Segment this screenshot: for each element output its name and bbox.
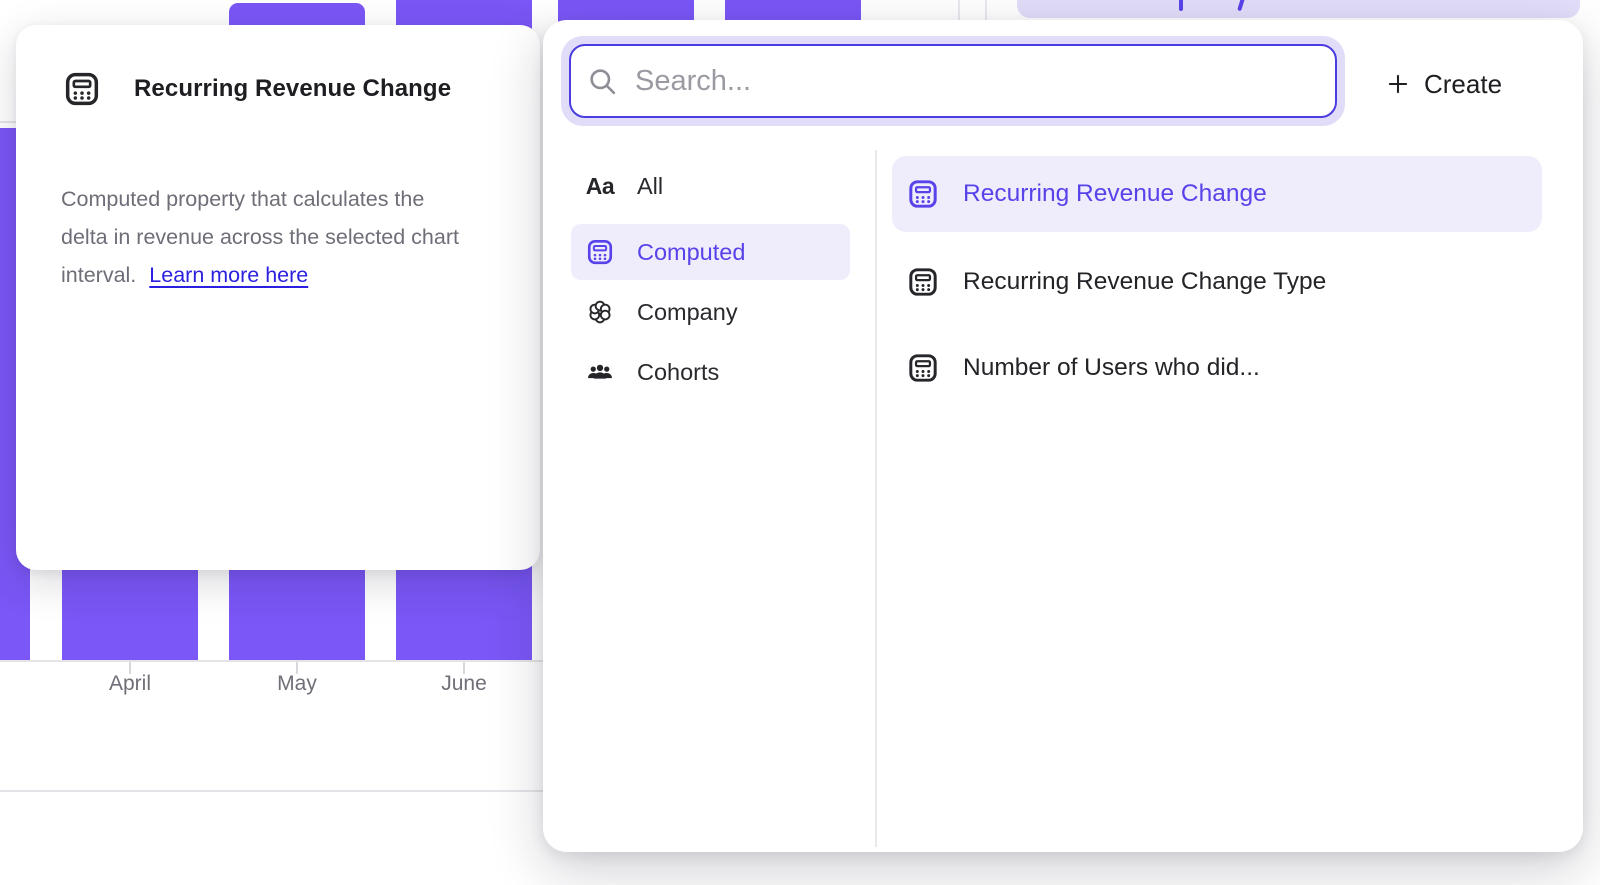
clipped-text-fragment xyxy=(1237,0,1245,11)
background-gridline xyxy=(985,0,987,20)
property-picker-modal: Create Aa All Computed Company Cohorts xyxy=(543,20,1583,852)
tooltip-card-description: Computed property that calculates the de… xyxy=(61,180,511,294)
x-axis-label: May xyxy=(277,672,317,696)
result-label: Number of Users who did... xyxy=(963,354,1260,382)
calculator-icon xyxy=(585,237,615,267)
search-icon xyxy=(587,66,618,97)
result-label: Recurring Revenue Change Type xyxy=(963,268,1326,296)
description-line: interval. Learn more here xyxy=(61,256,511,294)
x-axis-label: April xyxy=(109,672,151,696)
filter-item-all[interactable]: Aa All xyxy=(571,158,850,214)
filter-label: Company xyxy=(637,299,738,326)
search-box xyxy=(569,44,1337,118)
result-label: Recurring Revenue Change xyxy=(963,180,1267,208)
filter-sidebar: Aa All Computed Company Cohorts xyxy=(571,158,850,400)
calculator-icon xyxy=(906,265,940,299)
calculator-icon xyxy=(62,69,102,109)
search-focus-ring xyxy=(561,36,1345,126)
tooltip-card-header: Recurring Revenue Change xyxy=(62,69,451,109)
description-line: delta in revenue across the selected cha… xyxy=(61,218,511,256)
search-input[interactable] xyxy=(633,64,1319,99)
filter-label: All xyxy=(637,173,663,200)
background-panel-edge xyxy=(0,121,16,123)
background-divider-line xyxy=(0,790,545,792)
results-list: Recurring Revenue Change Recurring Reven… xyxy=(892,156,1542,406)
tooltip-card-title: Recurring Revenue Change xyxy=(134,75,451,103)
filter-item-cohorts[interactable]: Cohorts xyxy=(571,344,850,400)
screen: April May June Recurring Revenue Change … xyxy=(0,0,1600,885)
background-selected-property-pill xyxy=(1017,0,1580,18)
column-divider xyxy=(875,150,877,847)
filter-item-company[interactable]: Company xyxy=(571,284,850,340)
result-item-recurring-revenue-change[interactable]: Recurring Revenue Change xyxy=(892,156,1542,232)
clipped-text-fragment xyxy=(1179,0,1183,11)
description-line: Computed property that calculates the xyxy=(61,180,511,218)
learn-more-link[interactable]: Learn more here xyxy=(149,263,308,287)
company-icon xyxy=(585,297,615,327)
plus-icon xyxy=(1385,71,1411,97)
x-axis-label: June xyxy=(441,672,487,696)
filter-item-computed[interactable]: Computed xyxy=(571,224,850,280)
create-button[interactable]: Create xyxy=(1379,64,1508,104)
calculator-icon xyxy=(906,351,940,385)
filter-label: Cohorts xyxy=(637,359,719,386)
calculator-icon xyxy=(906,177,940,211)
text-format-icon: Aa xyxy=(585,173,615,200)
description-line-end: interval. xyxy=(61,263,136,287)
filter-label: Computed xyxy=(637,239,745,266)
property-tooltip-card: Recurring Revenue Change Computed proper… xyxy=(16,25,540,570)
create-button-label: Create xyxy=(1424,69,1502,100)
result-item-recurring-revenue-change-type[interactable]: Recurring Revenue Change Type xyxy=(892,244,1542,320)
result-item-number-of-users-who-did[interactable]: Number of Users who did... xyxy=(892,330,1542,406)
cohorts-icon xyxy=(585,357,615,387)
background-gridline xyxy=(958,0,960,20)
